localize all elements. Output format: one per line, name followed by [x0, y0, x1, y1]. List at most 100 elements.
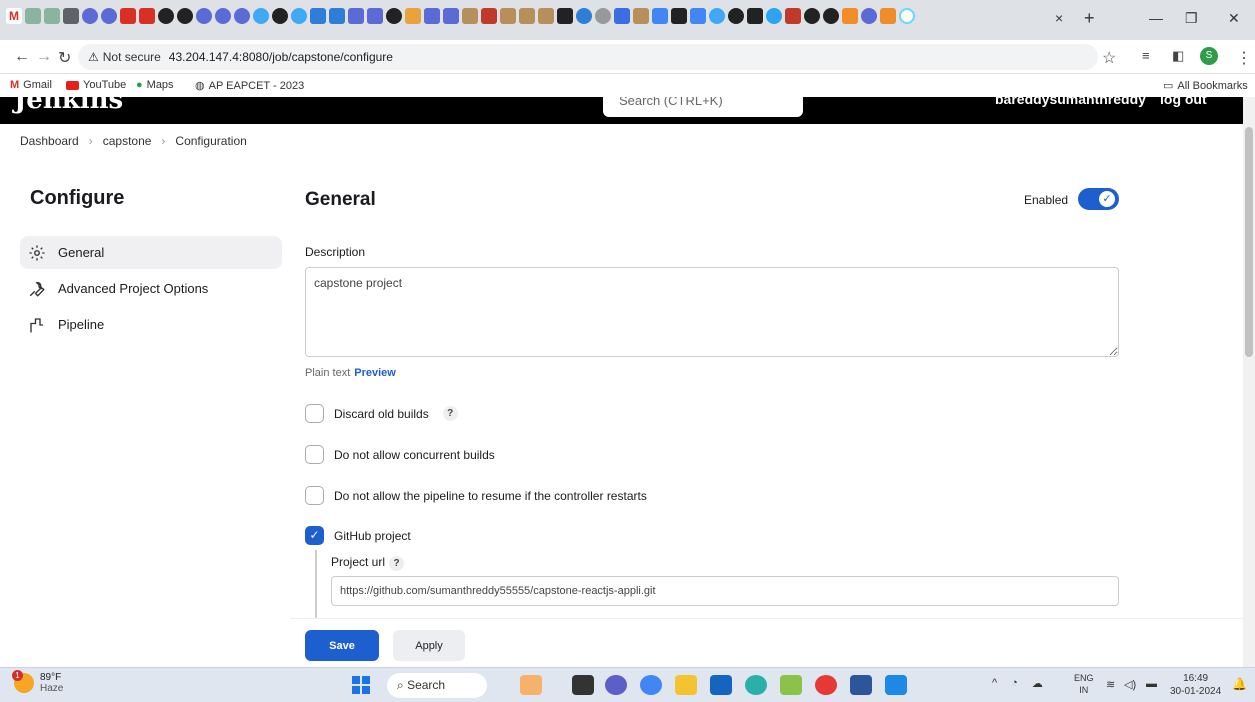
github-tab-icon[interactable] [804, 8, 820, 24]
tab-icon[interactable] [861, 8, 877, 24]
scrollbar-thumb[interactable] [1245, 127, 1253, 357]
tab-icon[interactable] [82, 8, 98, 24]
github-tab-icon[interactable] [158, 8, 174, 24]
chevron-up-icon[interactable]: ^ [992, 677, 997, 690]
gmail-tab-icon[interactable]: M [6, 8, 22, 24]
jenkins-logo[interactable]: Jenkins [14, 97, 123, 115]
tab-icon[interactable] [291, 8, 307, 24]
opera-icon[interactable] [815, 675, 837, 695]
app-icon[interactable] [520, 675, 542, 695]
all-bookmarks[interactable]: ▭ All Bookmarks [1163, 79, 1248, 93]
tab-icon[interactable] [348, 8, 364, 24]
back-arrow-icon[interactable]: ← [14, 48, 30, 66]
close-tab-button[interactable]: × [1055, 10, 1063, 26]
sidebar-item-general[interactable]: General [20, 236, 282, 269]
tab-icon[interactable] [405, 8, 421, 24]
tab-icon[interactable] [576, 8, 592, 24]
minimize-icon[interactable]: — [1149, 10, 1163, 26]
system-tray[interactable]: ^ ◔ ☁ [992, 677, 1043, 690]
forward-arrow-icon[interactable]: → [36, 48, 52, 66]
google-tab-icon[interactable] [690, 8, 706, 24]
tab-icon[interactable] [367, 8, 383, 24]
language-indicator[interactable]: ENG IN [1074, 672, 1094, 696]
tab-icon[interactable] [842, 8, 858, 24]
warning-icon[interactable]: ⚠ [88, 50, 99, 64]
vscode-icon[interactable] [885, 675, 907, 695]
tab-icon[interactable] [329, 8, 345, 24]
react-tab-icon[interactable] [899, 8, 915, 24]
volume-icon[interactable]: ◁) [1124, 678, 1136, 691]
app-icon[interactable] [572, 675, 594, 695]
tab-icon[interactable] [253, 8, 269, 24]
checkbox[interactable] [305, 445, 324, 464]
bookmark-youtube[interactable]: YouTube [66, 79, 126, 91]
tab-icon[interactable] [595, 8, 611, 24]
security-label[interactable]: Not secure [103, 50, 161, 64]
vertical-scrollbar[interactable] [1243, 97, 1255, 667]
url-text[interactable]: 43.204.147.4:8080/job/capstone/configure [169, 50, 393, 64]
chrome-icon[interactable] [640, 675, 662, 695]
tab-icon[interactable] [481, 8, 497, 24]
logout-link[interactable]: log out [1160, 97, 1207, 107]
project-url-input[interactable] [331, 576, 1119, 606]
tab-icon[interactable] [25, 8, 41, 24]
edge-icon[interactable] [745, 675, 767, 695]
preview-link[interactable]: Preview [354, 367, 396, 379]
bookmark-eapcet[interactable]: ◍ AP EAPCET - 2023 [195, 79, 304, 93]
windows-start-icon[interactable] [352, 676, 370, 694]
jenkins-tab-icon[interactable] [519, 8, 535, 24]
discard-old-builds-option[interactable]: Discard old builds ? [305, 404, 458, 423]
google-tab-icon[interactable] [652, 8, 668, 24]
pinned-tabs[interactable]: M [6, 8, 915, 24]
tab-icon[interactable] [747, 8, 763, 24]
breadcrumb-dashboard[interactable]: Dashboard [20, 134, 79, 148]
github-tab-icon[interactable] [177, 8, 193, 24]
restore-icon[interactable]: ❐ [1185, 10, 1198, 27]
tab-icon[interactable] [310, 8, 326, 24]
folder-icon[interactable] [675, 675, 697, 695]
tab-icon[interactable] [557, 8, 573, 24]
jenkins-tab-icon[interactable] [500, 8, 516, 24]
checkbox-checked[interactable]: ✓ [305, 526, 324, 545]
youtube-tab-icon[interactable] [139, 8, 155, 24]
tab-icon[interactable] [424, 8, 440, 24]
tab-icon[interactable] [709, 8, 725, 24]
wifi-icon[interactable]: ≋ [1106, 678, 1115, 691]
breadcrumb-configuration[interactable]: Configuration [175, 134, 246, 148]
more-menu-icon[interactable]: ⋮ [1236, 48, 1252, 68]
bookmark-star-icon[interactable]: ☆ [1102, 48, 1116, 68]
jenkins-tab-icon[interactable] [462, 8, 478, 24]
sidebar-item-advanced[interactable]: Advanced Project Options [20, 272, 282, 305]
breadcrumb-capstone[interactable]: capstone [103, 134, 152, 148]
description-textarea[interactable]: capstone project [305, 267, 1119, 357]
address-bar[interactable]: ⚠ Not secure 43.204.147.4:8080/job/capst… [78, 44, 1098, 70]
tab-icon[interactable] [766, 8, 782, 24]
jenkins-search-input[interactable]: Search (CTRL+K) [603, 97, 803, 117]
github-tab-icon[interactable] [386, 8, 402, 24]
window-close-icon[interactable]: ✕ [1228, 10, 1240, 27]
store-icon[interactable] [710, 675, 732, 695]
notification-bell-icon[interactable]: 🔔 [1232, 677, 1247, 691]
jenkins-tab-icon[interactable] [538, 8, 554, 24]
tab-icon[interactable] [614, 8, 630, 24]
checkbox[interactable] [305, 404, 324, 423]
new-tab-button[interactable]: + [1084, 8, 1095, 29]
tab-icon[interactable] [101, 8, 117, 24]
help-icon[interactable]: ? [442, 406, 458, 421]
sidebar-item-pipeline[interactable]: Pipeline [20, 308, 282, 341]
github-project-option[interactable]: ✓ GitHub project [305, 526, 411, 545]
checkbox[interactable] [305, 486, 324, 505]
tab-icon[interactable] [671, 8, 687, 24]
user-link[interactable]: bareddysumanthreddy [995, 97, 1146, 107]
apply-button[interactable]: Apply [393, 630, 465, 661]
enabled-toggle[interactable]: ✓ [1078, 188, 1119, 210]
bookmark-maps[interactable]: ● Maps [136, 79, 174, 91]
taskbar-search[interactable]: ⌕ Search [387, 673, 487, 698]
no-resume-option[interactable]: Do not allow the pipeline to resume if t… [305, 486, 647, 505]
tab-icon[interactable] [215, 8, 231, 24]
battery-icon[interactable]: ▬ [1146, 678, 1157, 690]
github-tab-icon[interactable] [272, 8, 288, 24]
tray-cloud-icon[interactable]: ☁ [1032, 677, 1043, 690]
tab-icon[interactable] [785, 8, 801, 24]
tray-app-icon[interactable]: ◔ [1011, 677, 1018, 690]
